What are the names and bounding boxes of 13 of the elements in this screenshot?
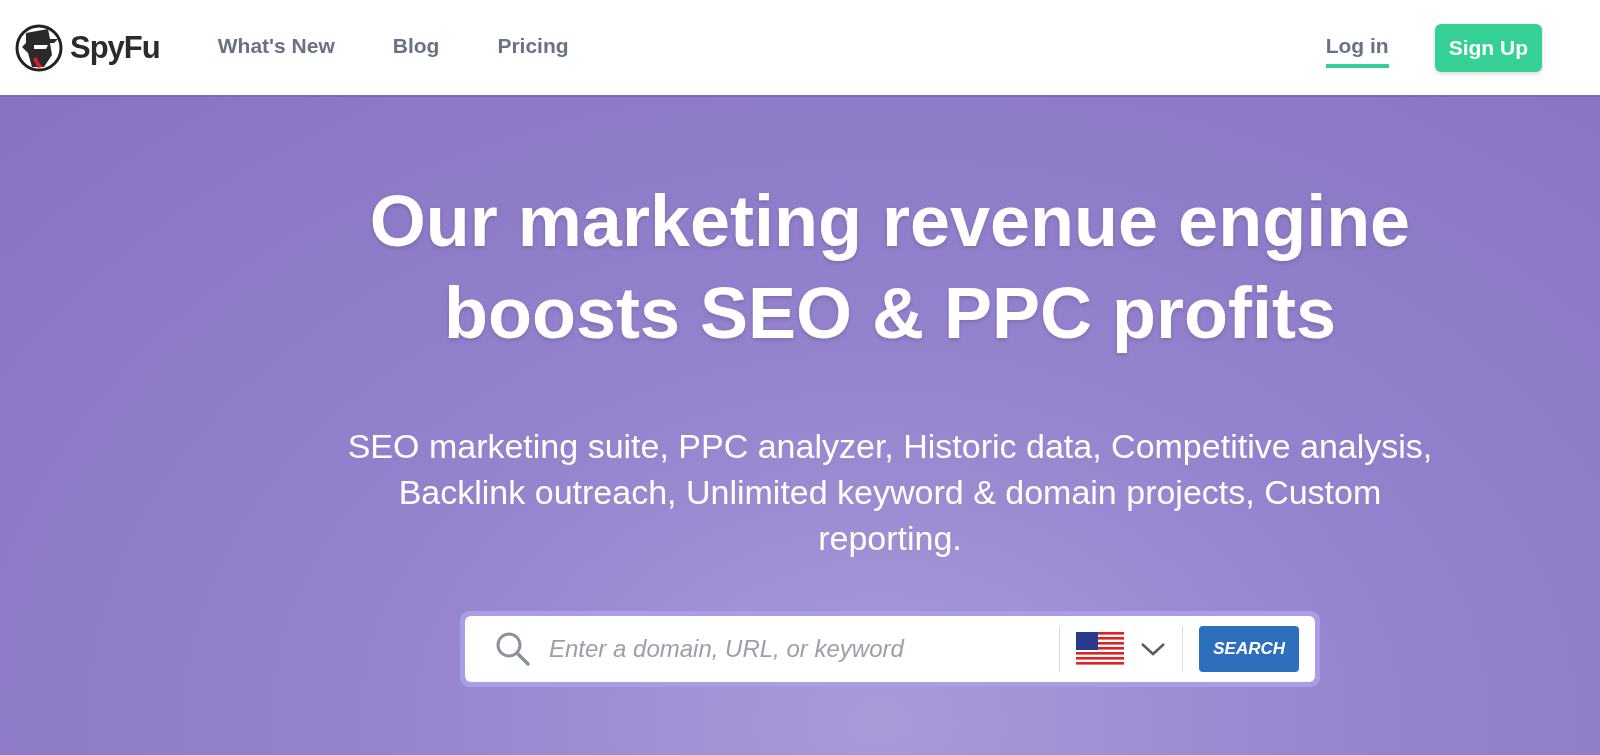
search-icon <box>495 631 531 667</box>
spy-logo-icon[interactable] <box>14 22 64 73</box>
search-button[interactable]: SEARCH <box>1199 626 1299 672</box>
login-link[interactable]: Log in <box>1325 27 1389 68</box>
subtitle: SEO marketing suite, PPC analyzer, Historic data, Competitive analysis, Backlink outreach, Unlimited keyword & domain projects, Custom reporting. <box>346 426 1434 559</box>
chevron-down-icon[interactable] <box>1140 641 1167 657</box>
search-field[interactable]: Enter a domain, URL, or keyword SEARCH <box>465 616 1315 682</box>
nav-link[interactable]: Blog <box>392 27 440 68</box>
headline: Our marketing revenue engine boosts SEO & PPC profits <box>368 180 1412 355</box>
nav-link[interactable]: What's New <box>217 27 335 68</box>
brand-name[interactable]: SpyFu <box>70 29 160 66</box>
nav-link[interactable]: Pricing <box>497 27 569 68</box>
us-flag-icon[interactable] <box>1076 632 1125 666</box>
